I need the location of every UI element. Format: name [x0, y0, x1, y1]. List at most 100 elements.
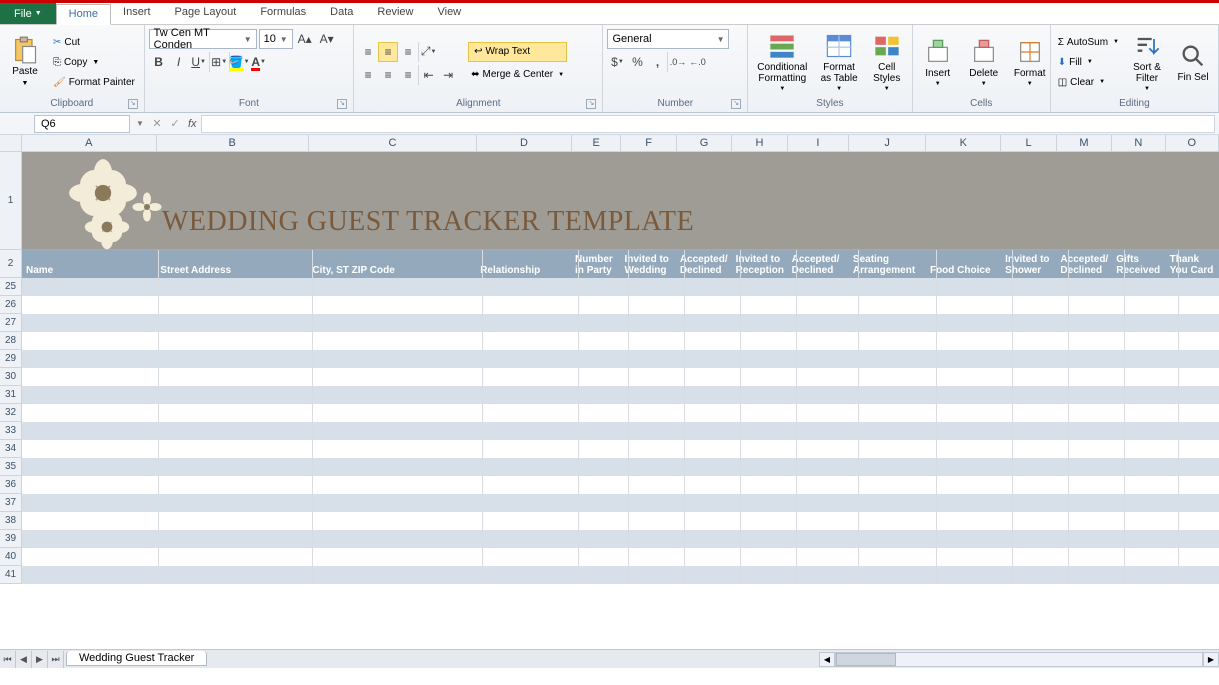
format-cells-button[interactable]: Format▼: [1009, 27, 1051, 97]
row-header[interactable]: 25: [0, 278, 22, 296]
increase-decimal-button[interactable]: .0→: [667, 52, 687, 72]
scroll-thumb[interactable]: [836, 653, 896, 666]
table-row[interactable]: [22, 350, 1219, 368]
col-header[interactable]: C: [309, 135, 477, 151]
next-sheet-button[interactable]: ▶: [32, 651, 48, 668]
insert-cells-button[interactable]: Insert▼: [917, 27, 959, 97]
font-name-select[interactable]: Tw Cen MT Conden▼: [149, 29, 257, 49]
align-top-button[interactable]: ≡: [358, 42, 378, 62]
delete-cells-button[interactable]: Delete▼: [963, 27, 1005, 97]
dialog-launcher-icon[interactable]: ↘: [586, 99, 596, 109]
merge-center-button[interactable]: ⬌Merge & Center▼: [468, 65, 567, 85]
col-header[interactable]: G: [677, 135, 732, 151]
col-header[interactable]: D: [477, 135, 572, 151]
table-row[interactable]: [22, 278, 1219, 296]
format-painter-button[interactable]: 🖌Format Painter: [50, 72, 138, 92]
scroll-left-button[interactable]: ◀: [819, 652, 835, 667]
percent-button[interactable]: %: [627, 52, 647, 72]
row-header[interactable]: 38: [0, 512, 22, 530]
align-bottom-button[interactable]: ≡: [398, 42, 418, 62]
row-header[interactable]: 30: [0, 368, 22, 386]
align-center-button[interactable]: ≡: [378, 65, 398, 85]
align-middle-button[interactable]: ≡: [378, 42, 398, 62]
font-size-select[interactable]: 10▼: [259, 29, 293, 49]
name-box-dropdown[interactable]: ▼: [132, 119, 148, 128]
col-header[interactable]: H: [732, 135, 787, 151]
tab-insert[interactable]: Insert: [111, 3, 163, 24]
borders-button[interactable]: ⊞▼: [209, 52, 229, 72]
row-header[interactable]: 1: [0, 152, 22, 250]
col-header[interactable]: K: [926, 135, 1001, 151]
decrease-decimal-button[interactable]: ←.0: [687, 52, 707, 72]
table-row[interactable]: [22, 422, 1219, 440]
table-row[interactable]: [22, 404, 1219, 422]
prev-sheet-button[interactable]: ◀: [16, 651, 32, 668]
tab-page-layout[interactable]: Page Layout: [163, 3, 249, 24]
row-header[interactable]: 36: [0, 476, 22, 494]
col-header[interactable]: N: [1112, 135, 1165, 151]
row-header[interactable]: 26: [0, 296, 22, 314]
col-header[interactable]: E: [572, 135, 621, 151]
clear-button[interactable]: ◫Clear▼: [1055, 72, 1122, 92]
row-header[interactable]: 32: [0, 404, 22, 422]
col-header[interactable]: M: [1057, 135, 1112, 151]
table-row[interactable]: [22, 548, 1219, 566]
tab-data[interactable]: Data: [318, 3, 365, 24]
table-row[interactable]: [22, 332, 1219, 350]
row-header[interactable]: 41: [0, 566, 22, 584]
col-header[interactable]: I: [788, 135, 849, 151]
row-header[interactable]: 37: [0, 494, 22, 512]
bold-button[interactable]: B: [149, 52, 169, 72]
table-row[interactable]: [22, 314, 1219, 332]
row-header[interactable]: 33: [0, 422, 22, 440]
table-row[interactable]: [22, 530, 1219, 548]
fill-button[interactable]: ⬇Fill▼: [1055, 52, 1122, 72]
row-header[interactable]: 29: [0, 350, 22, 368]
tab-formulas[interactable]: Formulas: [248, 3, 318, 24]
orientation-button[interactable]: ⤢▼: [418, 42, 438, 62]
sort-filter-button[interactable]: Sort & Filter▼: [1126, 27, 1168, 97]
wrap-text-button[interactable]: ↩Wrap Text: [468, 42, 567, 62]
italic-button[interactable]: I: [169, 52, 189, 72]
tab-review[interactable]: Review: [365, 3, 425, 24]
file-tab[interactable]: File▼: [0, 3, 56, 24]
row-header[interactable]: 39: [0, 530, 22, 548]
decrease-indent-button[interactable]: ⇤: [418, 65, 438, 85]
table-row[interactable]: [22, 476, 1219, 494]
table-row[interactable]: [22, 440, 1219, 458]
row-header[interactable]: 2: [0, 250, 22, 278]
table-row[interactable]: [22, 296, 1219, 314]
comma-button[interactable]: ,: [647, 52, 667, 72]
table-row[interactable]: [22, 566, 1219, 584]
copy-button[interactable]: ⎘Copy▼: [50, 52, 138, 72]
name-box[interactable]: Q6: [34, 115, 130, 133]
table-row[interactable]: [22, 512, 1219, 530]
paste-button[interactable]: Paste▼: [4, 27, 46, 97]
horizontal-scrollbar[interactable]: ◀ ▶: [819, 651, 1219, 668]
first-sheet-button[interactable]: ⏮: [0, 651, 16, 668]
font-color-button[interactable]: A▼: [249, 52, 269, 72]
col-header[interactable]: A: [22, 135, 157, 151]
row-header[interactable]: 28: [0, 332, 22, 350]
underline-button[interactable]: U▼: [189, 52, 209, 72]
table-row[interactable]: [22, 386, 1219, 404]
align-left-button[interactable]: ≡: [358, 65, 378, 85]
cell-styles-button[interactable]: Cell Styles▼: [866, 27, 908, 97]
col-header[interactable]: J: [849, 135, 926, 151]
scroll-track[interactable]: [835, 652, 1203, 667]
tab-home[interactable]: Home: [56, 4, 111, 25]
shrink-font-button[interactable]: A▾: [317, 29, 337, 49]
row-header[interactable]: 34: [0, 440, 22, 458]
col-header[interactable]: O: [1166, 135, 1219, 151]
cut-button[interactable]: ✂Cut: [50, 32, 138, 52]
col-header[interactable]: L: [1001, 135, 1056, 151]
last-sheet-button[interactable]: ⏭: [48, 651, 64, 668]
number-format-select[interactable]: General▼: [607, 29, 729, 49]
align-right-button[interactable]: ≡: [398, 65, 418, 85]
table-row[interactable]: [22, 458, 1219, 476]
grow-font-button[interactable]: A▴: [295, 29, 315, 49]
table-row[interactable]: [22, 368, 1219, 386]
table-row[interactable]: [22, 494, 1219, 512]
col-header[interactable]: F: [621, 135, 676, 151]
dialog-launcher-icon[interactable]: ↘: [337, 99, 347, 109]
